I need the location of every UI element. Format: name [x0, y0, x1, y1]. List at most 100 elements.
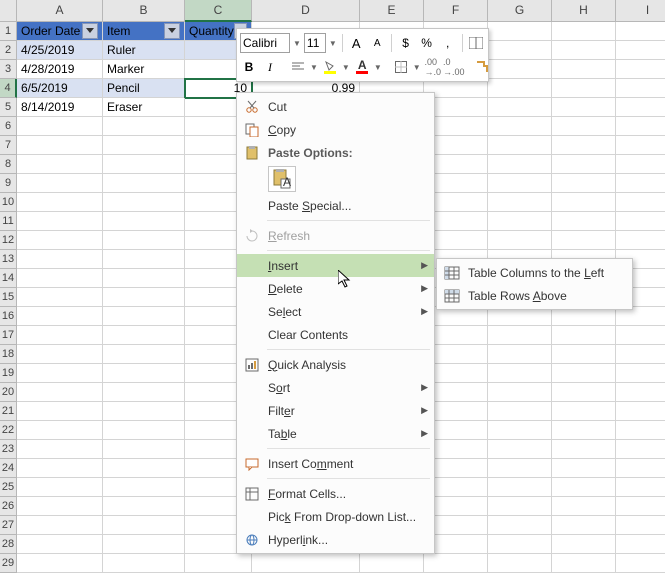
row-header-3[interactable]: 3 [0, 60, 17, 79]
cell[interactable] [488, 402, 552, 421]
cell[interactable] [616, 421, 665, 440]
cell[interactable] [488, 345, 552, 364]
cell[interactable] [552, 326, 616, 345]
cell[interactable]: 6/5/2019 [17, 79, 103, 98]
row-header-2[interactable]: 2 [0, 41, 17, 60]
cell[interactable] [17, 554, 103, 573]
row-header-8[interactable]: 8 [0, 155, 17, 174]
select-all-corner[interactable] [0, 0, 17, 22]
cell[interactable] [103, 459, 185, 478]
filter-menu-item[interactable]: Filter ▶ [237, 399, 434, 422]
font-size-input[interactable] [304, 33, 326, 53]
cell[interactable] [488, 459, 552, 478]
cell[interactable]: Ruler [103, 41, 185, 60]
font-color-dropdown-icon[interactable]: ▼ [374, 63, 382, 72]
align-button[interactable] [289, 57, 307, 77]
cell[interactable] [552, 535, 616, 554]
cell[interactable] [103, 212, 185, 231]
cell[interactable] [616, 516, 665, 535]
column-header-H[interactable]: H [552, 0, 616, 22]
cell[interactable] [185, 554, 252, 573]
cell[interactable] [17, 421, 103, 440]
cell[interactable] [103, 440, 185, 459]
cell[interactable] [488, 174, 552, 193]
cell[interactable] [488, 41, 552, 60]
paste-special-menu-item[interactable]: Paste Special... [237, 194, 434, 217]
cell[interactable] [103, 364, 185, 383]
cell[interactable] [616, 345, 665, 364]
filter-dropdown-icon[interactable] [164, 23, 180, 39]
cell[interactable] [616, 364, 665, 383]
row-header-17[interactable]: 17 [0, 326, 17, 345]
fill-color-dropdown-icon[interactable]: ▼ [342, 63, 350, 72]
cell[interactable] [103, 174, 185, 193]
cell[interactable] [552, 174, 616, 193]
cell[interactable] [552, 193, 616, 212]
cell[interactable] [103, 250, 185, 269]
cell[interactable] [488, 22, 552, 41]
bold-button[interactable]: B [240, 57, 258, 77]
column-header-C[interactable]: C [185, 0, 252, 22]
pick-from-list-menu-item[interactable]: Pick From Drop-down List... [237, 505, 434, 528]
cell[interactable] [488, 326, 552, 345]
cell[interactable] [488, 421, 552, 440]
cell[interactable] [103, 345, 185, 364]
row-header-15[interactable]: 15 [0, 288, 17, 307]
cell[interactable] [17, 136, 103, 155]
cell[interactable] [488, 79, 552, 98]
cell[interactable] [17, 212, 103, 231]
row-header-1[interactable]: 1 [0, 22, 17, 41]
cell[interactable] [552, 212, 616, 231]
row-header-27[interactable]: 27 [0, 516, 17, 535]
increase-font-button[interactable]: A [347, 33, 365, 53]
row-header-22[interactable]: 22 [0, 421, 17, 440]
comma-format-button[interactable]: , [439, 33, 457, 53]
row-header-9[interactable]: 9 [0, 174, 17, 193]
cell[interactable] [488, 497, 552, 516]
select-menu-item[interactable]: Select ▶ [237, 300, 434, 323]
percent-format-button[interactable]: % [418, 33, 436, 53]
cell[interactable]: Pencil [103, 79, 185, 98]
cell[interactable] [488, 231, 552, 250]
cell[interactable] [552, 345, 616, 364]
cell[interactable] [552, 554, 616, 573]
cell[interactable] [552, 41, 616, 60]
row-header-6[interactable]: 6 [0, 117, 17, 136]
cell[interactable] [616, 535, 665, 554]
cell[interactable] [552, 60, 616, 79]
fill-color-button[interactable] [321, 57, 339, 77]
cell[interactable] [616, 402, 665, 421]
cell[interactable] [103, 117, 185, 136]
cell[interactable] [552, 136, 616, 155]
column-header-D[interactable]: D [252, 0, 360, 22]
cell[interactable] [17, 440, 103, 459]
cell[interactable] [552, 98, 616, 117]
decrease-decimal-button[interactable]: .0→.00 [445, 57, 463, 77]
font-size-dropdown-icon[interactable]: ▼ [329, 39, 337, 48]
row-header-11[interactable]: 11 [0, 212, 17, 231]
row-header-25[interactable]: 25 [0, 478, 17, 497]
cell[interactable] [17, 402, 103, 421]
insert-comment-menu-item[interactable]: Insert Comment [237, 452, 434, 475]
cell[interactable] [552, 364, 616, 383]
cell[interactable]: 8/14/2019 [17, 98, 103, 117]
cell[interactable] [103, 421, 185, 440]
cell[interactable] [552, 478, 616, 497]
row-header-26[interactable]: 26 [0, 497, 17, 516]
cell[interactable] [616, 212, 665, 231]
cell[interactable] [488, 383, 552, 402]
currency-format-button[interactable]: $ [397, 33, 415, 53]
cell[interactable] [552, 402, 616, 421]
format-cells-menu-item[interactable]: Format Cells... [237, 482, 434, 505]
cell[interactable]: Order Date [17, 22, 103, 41]
cell[interactable] [616, 193, 665, 212]
cell[interactable] [103, 402, 185, 421]
cell[interactable] [552, 497, 616, 516]
cell[interactable] [488, 98, 552, 117]
cell[interactable] [17, 155, 103, 174]
column-header-G[interactable]: G [488, 0, 552, 22]
cell[interactable] [552, 459, 616, 478]
cell[interactable] [103, 554, 185, 573]
cell[interactable] [488, 212, 552, 231]
cell[interactable] [552, 516, 616, 535]
